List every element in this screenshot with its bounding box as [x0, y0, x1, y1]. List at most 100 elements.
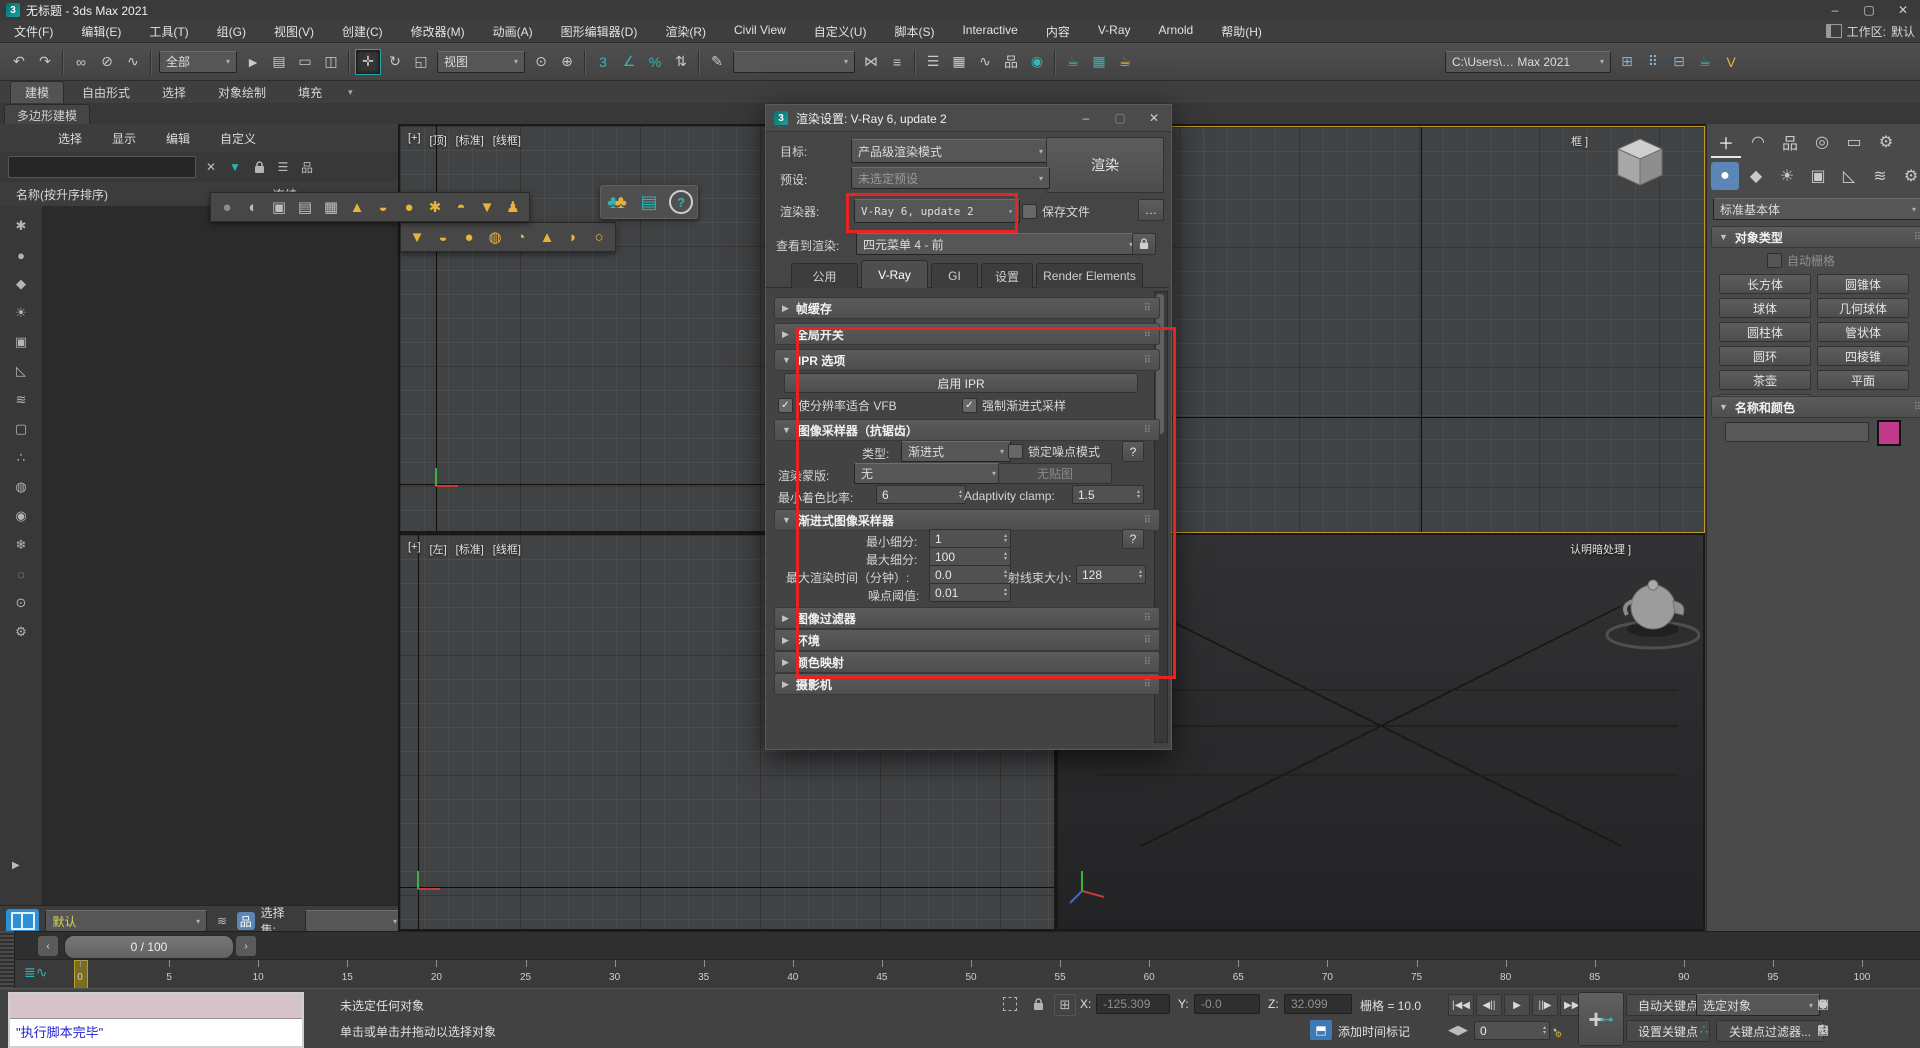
clear-search-icon[interactable]: ✕: [202, 158, 220, 176]
vray-swirl-sphere-icon[interactable]: ◐: [240, 194, 266, 220]
current-frame-spinner[interactable]: 0▴▾: [1474, 1021, 1550, 1040]
geom-dot-icon[interactable]: ○: [586, 224, 612, 250]
rollout-name-and-color[interactable]: ▼ 名称和颜色 ⠿: [1711, 396, 1920, 418]
geom-geosphere-icon[interactable]: ◍: [482, 224, 508, 250]
vray-camera-icon[interactable]: ▣: [266, 194, 292, 220]
hierarchy-tab-icon[interactable]: 品: [1775, 128, 1805, 156]
explorer-menu-3[interactable]: 自定义: [220, 130, 256, 147]
primitive-button-9[interactable]: 平面: [1817, 370, 1909, 390]
dialog-title-bar[interactable]: 3 渲染设置: V-Ray 6, update 2 – ▢ ✕: [766, 105, 1171, 132]
viewport-label-part[interactable]: [标准]: [456, 132, 484, 148]
browse-button[interactable]: …: [1138, 199, 1164, 221]
explorer-object-list[interactable]: [42, 206, 398, 905]
vray-list-icon[interactable]: ▤: [292, 194, 318, 220]
save-file-checkbox[interactable]: ✓保存文件: [1022, 203, 1090, 220]
menu-e[interactable]: 编辑(E): [81, 23, 121, 40]
listener-macro-row[interactable]: [10, 994, 302, 1019]
filter-shapes-icon[interactable]: ◆: [9, 274, 33, 294]
ribbon-tab-0[interactable]: 建模: [10, 81, 64, 103]
primitive-button-5[interactable]: 管状体: [1817, 322, 1909, 342]
render-button[interactable]: 渲染: [1046, 137, 1164, 193]
menu-r[interactable]: 渲染(R): [665, 23, 706, 40]
explorer-menu-1[interactable]: 显示: [112, 130, 136, 147]
view-to-render-dropdown[interactable]: 四元菜单 4 - 前▾: [856, 233, 1140, 255]
min-subdivs-spinner[interactable]: 1▴▾: [929, 529, 1011, 548]
filter-funnel-icon[interactable]: ▼: [226, 158, 244, 176]
menu-[interactable]: 内容: [1046, 23, 1070, 40]
no-map-button[interactable]: 无贴图: [998, 463, 1112, 484]
menu-m[interactable]: 修改器(M): [411, 23, 465, 40]
geom-half-dome-icon[interactable]: ◒: [430, 224, 456, 250]
viewport-top-label[interactable]: [+] [顶] [标准] [线框]: [408, 132, 521, 148]
filter-bones-icon[interactable]: ∴: [9, 448, 33, 468]
transform-typein-icon[interactable]: ⊞: [1054, 994, 1076, 1016]
viewport-label-part[interactable]: [左]: [430, 541, 447, 557]
filter-hidden-icon[interactable]: ◌: [9, 564, 33, 584]
dialog-tab-1[interactable]: V-Ray: [861, 260, 928, 288]
rollout-progressive-sampler[interactable]: ▼ 渐进式图像采样器⠿: [774, 509, 1160, 531]
add-time-tag-icon[interactable]: ⬒: [1310, 1020, 1332, 1040]
primitive-button-1[interactable]: 圆锥体: [1817, 274, 1909, 294]
rollout-object-type[interactable]: ▼ 对象类型 ⠿: [1711, 226, 1920, 248]
rollout-collapsed-bottom-3[interactable]: ▶摄影机⠿: [774, 673, 1160, 695]
object-name-input[interactable]: [1725, 422, 1869, 442]
rollout-collapsed-bottom-1[interactable]: ▶环境⠿: [774, 629, 1160, 651]
unlink-selection-icon[interactable]: ⊘: [95, 50, 119, 74]
ribbon-tab-1[interactable]: 自由形式: [68, 82, 144, 103]
menu-g[interactable]: 组(G): [217, 23, 246, 40]
maximize-button[interactable]: ▢: [1852, 0, 1886, 20]
render-setup-icon[interactable]: ☕: [1061, 50, 1085, 74]
y-coordinate-field[interactable]: -0.0: [1194, 994, 1260, 1014]
playback-button-1[interactable]: ◀||: [1476, 994, 1502, 1016]
menu-f[interactable]: 文件(F): [14, 23, 53, 40]
max-subdivs-spinner[interactable]: 100▴▾: [929, 547, 1011, 566]
listener-script-row[interactable]: "执行脚本完毕": [10, 1019, 302, 1043]
viewport-label-part[interactable]: [+]: [408, 132, 421, 148]
preset-dropdown[interactable]: 未选定预设▾: [851, 167, 1050, 189]
align-icon[interactable]: ≡: [885, 50, 909, 74]
light-person-icon[interactable]: ♟: [500, 194, 526, 220]
explorer-expand-arrow-icon[interactable]: ▶: [12, 860, 20, 871]
next-frame-button[interactable]: ›: [236, 936, 256, 956]
viewport-label-part[interactable]: [线框]: [493, 541, 521, 557]
menu-civilview[interactable]: Civil View: [734, 23, 786, 40]
geom-disc-icon[interactable]: ◔: [508, 224, 534, 250]
ribbon-tab-4[interactable]: 填充: [284, 82, 336, 103]
light-tripod-icon[interactable]: ▲: [344, 194, 370, 220]
primitive-button-6[interactable]: 圆环: [1719, 346, 1811, 366]
helpers-category-icon[interactable]: ◺: [1835, 162, 1863, 190]
filter-selection-sets-icon[interactable]: ⊙: [9, 593, 33, 613]
time-config-icon[interactable]: ◔⚙: [1546, 1020, 1566, 1040]
viewport-front-label-fragment[interactable]: 框 ]: [1571, 133, 1588, 149]
snap-toggle-3d-icon[interactable]: 3: [591, 50, 615, 74]
filter-groups-icon[interactable]: ▢: [9, 419, 33, 439]
sampler-help-button[interactable]: ?: [1122, 441, 1144, 462]
filter-settings-icon[interactable]: ⚙: [9, 622, 33, 642]
viewport-layout-button[interactable]: [6, 909, 39, 933]
schematic-icon[interactable]: 品: [237, 912, 255, 930]
autogrid-checkbox[interactable]: ✓自动栅格: [1767, 252, 1835, 269]
selection-filter-dropdown[interactable]: 全部▾: [159, 51, 237, 73]
render-production-icon[interactable]: ☕: [1113, 50, 1137, 74]
select-and-link-icon[interactable]: ∞: [69, 50, 93, 74]
viewport-label-part[interactable]: [线框]: [493, 132, 521, 148]
enable-ipr-button[interactable]: 启用 IPR: [784, 373, 1138, 393]
systems-category-icon[interactable]: ⚙: [1897, 162, 1920, 190]
viewport-label-part[interactable]: [顶]: [430, 132, 447, 148]
menu-a[interactable]: 动画(A): [493, 23, 533, 40]
primitive-button-4[interactable]: 圆柱体: [1719, 322, 1811, 342]
use-pivot-center-icon[interactable]: ⊙: [529, 50, 553, 74]
ribbon-toggle-icon[interactable]: ▦: [947, 50, 971, 74]
object-color-swatch[interactable]: [1877, 420, 1901, 446]
max-render-time-spinner[interactable]: 0.0▴▾: [929, 565, 1011, 584]
display-tab-icon[interactable]: ▭: [1839, 128, 1869, 156]
menu-v[interactable]: 视图(V): [274, 23, 314, 40]
ribbon-minimize-icon[interactable]: ▾: [348, 87, 353, 98]
render-teapot-icon[interactable]: ☕: [1693, 50, 1717, 74]
snapshot-icon[interactable]: ⊟: [1667, 50, 1691, 74]
rendered-frame-icon[interactable]: ▦: [1087, 50, 1111, 74]
add-time-tag-label[interactable]: 添加时间标记: [1338, 1023, 1410, 1040]
array-icon[interactable]: ⠿: [1641, 50, 1665, 74]
min-shading-spinner[interactable]: 6▴▾: [876, 485, 966, 504]
force-progressive-checkbox[interactable]: ✓强制渐进式采样: [962, 397, 1066, 414]
